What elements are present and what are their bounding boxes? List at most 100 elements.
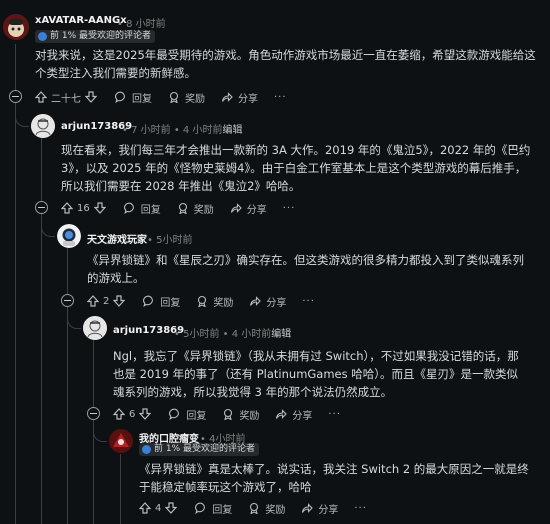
- share-icon: [250, 296, 262, 306]
- vote-controls: 16: [61, 202, 106, 214]
- comment-bubble-icon: [143, 295, 154, 307]
- thread-hook: [41, 215, 55, 237]
- avatar-sketch-icon: [83, 316, 107, 340]
- flair-badge-icon: [142, 445, 151, 454]
- avatar[interactable]: [31, 114, 55, 138]
- upvote-icon[interactable]: [61, 202, 73, 214]
- vote-count: 二十七: [51, 93, 81, 105]
- avatar-character-icon: [109, 429, 133, 453]
- share-label: 分享: [266, 297, 287, 309]
- vote-controls: 4: [139, 502, 178, 514]
- edited-label: 编辑: [271, 329, 292, 340]
- award-label: 奖励: [185, 93, 205, 105]
- collapse-thread-button[interactable]: [9, 90, 22, 103]
- vote-count: 2: [103, 295, 110, 307]
- flair-text: 前 1% 最受欢迎的评论者: [154, 444, 256, 454]
- award-icon: [224, 408, 233, 420]
- meta-dot: •: [174, 329, 180, 340]
- comment-body: 现在看来，我们每三年才会推出一款新的 3A 大作。2019 年的《鬼泣5》，20…: [61, 143, 531, 193]
- reply-label: 回复: [186, 410, 207, 422]
- award-button[interactable]: 奖励: [177, 201, 214, 216]
- award-button[interactable]: 奖励: [196, 294, 233, 309]
- comment-author[interactable]: 天文游戏玩家: [87, 231, 147, 246]
- reply-button[interactable]: 回复: [143, 294, 180, 309]
- downvote-icon[interactable]: [139, 408, 152, 420]
- award-label: 奖励: [265, 504, 286, 516]
- share-label: 分享: [292, 410, 313, 422]
- share-label: 分享: [246, 204, 267, 216]
- avatar[interactable]: [57, 224, 81, 248]
- share-icon: [221, 92, 233, 102]
- avatar-sketch-icon: [31, 114, 55, 138]
- downvote-icon[interactable]: [85, 91, 97, 103]
- share-button[interactable]: 分享: [301, 501, 338, 516]
- avatar[interactable]: [83, 316, 107, 340]
- upvote-icon[interactable]: [87, 295, 99, 307]
- share-label: 分享: [238, 93, 258, 105]
- reply-button[interactable]: 回复: [115, 90, 152, 105]
- more-options-button[interactable]: ···: [328, 409, 341, 420]
- collapse-thread-button[interactable]: [87, 407, 100, 420]
- meta-dot: •: [173, 125, 180, 136]
- comment-body: Ngl，我忘了《异界锁链》（我从未拥有过 Switch），不过如果我没记错的话，…: [113, 349, 519, 399]
- avatar[interactable]: [3, 14, 29, 40]
- meta-dot: •: [117, 19, 123, 30]
- comment-time: • 5小时前: [147, 231, 192, 246]
- comment-actions: 4 回复 奖励 分享 ···: [139, 498, 367, 518]
- comment-time: • 7 小时前 • 4 小时前编辑: [122, 121, 242, 136]
- user-flair: 前 1% 最受欢迎的评论者: [35, 30, 156, 43]
- share-button[interactable]: 分享: [221, 90, 258, 105]
- vote-count: 16: [77, 202, 90, 214]
- more-options-button[interactable]: ···: [274, 92, 287, 103]
- award-button[interactable]: 奖励: [222, 407, 259, 422]
- thread-hook: [67, 307, 81, 329]
- reply-label: 回复: [212, 504, 233, 516]
- vote-controls: 2: [87, 295, 126, 307]
- thread-line-level-1: [41, 138, 42, 524]
- thread-line-level-4: [120, 454, 121, 524]
- comment-actions: 2 回复 奖励 分享 ···: [87, 291, 315, 311]
- avatar[interactable]: [109, 429, 133, 453]
- collapse-thread-button[interactable]: [35, 201, 48, 214]
- meta-dot: •: [222, 329, 229, 340]
- comment-author[interactable]: xAVATAR-AANGx: [35, 15, 127, 26]
- upvote-icon[interactable]: [113, 408, 125, 420]
- downvote-icon[interactable]: [165, 502, 178, 514]
- comment-body: 《异界锁链》真是太棒了。说实话，我关注 Switch 2 的最大原因之一就是终于…: [139, 462, 529, 494]
- downvote-icon[interactable]: [93, 202, 106, 214]
- share-button[interactable]: 分享: [249, 294, 286, 309]
- reply-button[interactable]: 回复: [195, 501, 232, 516]
- collapse-thread-button[interactable]: [61, 294, 74, 307]
- vote-controls: 二十七: [35, 90, 97, 105]
- comment-time: • 5小时前 • 4 小时前编辑: [174, 325, 291, 340]
- user-flair: 前 1% 最受欢迎的评论者: [139, 443, 260, 456]
- reply-button[interactable]: 回复: [123, 201, 161, 216]
- meta-dot: •: [147, 235, 153, 246]
- comment-time-value: 5小时前: [183, 329, 220, 340]
- more-options-button[interactable]: ···: [354, 503, 367, 514]
- comment-actions: 6 回复 奖励 分享 ···: [113, 404, 341, 424]
- comment-actions: 16 回复 奖励 分享 ···: [61, 198, 295, 218]
- upvote-icon[interactable]: [35, 91, 47, 103]
- comment-time: • 8 小时前: [117, 15, 166, 30]
- award-label: 奖励: [213, 297, 234, 309]
- upvote-icon[interactable]: [139, 502, 151, 514]
- meta-dot: •: [122, 125, 128, 136]
- share-icon: [230, 203, 242, 213]
- more-options-button[interactable]: ···: [283, 203, 296, 214]
- share-icon: [302, 503, 314, 513]
- comment-time-value: 7 小时前: [131, 125, 171, 136]
- more-options-button[interactable]: ···: [302, 296, 315, 307]
- share-button[interactable]: 分享: [275, 407, 312, 422]
- comment-body: 对我来说，这是2025年最受期待的游戏。角色动作游戏市场最近一直在萎缩，希望这款…: [35, 48, 536, 80]
- vote-count: 4: [155, 502, 162, 514]
- thread-hook: [93, 420, 107, 442]
- award-button[interactable]: 奖励: [248, 501, 285, 516]
- share-button[interactable]: 分享: [230, 201, 267, 216]
- comment-time-value: 5小时前: [156, 235, 193, 246]
- comment-body: 《异界锁链》和《星辰之刃》确实存在。但这类游戏的很多精力都投入到了类似魂系列的游…: [87, 253, 524, 285]
- award-button[interactable]: 奖励: [168, 90, 205, 105]
- comment-bubble-icon: [169, 408, 180, 420]
- reply-button[interactable]: 回复: [169, 407, 206, 422]
- downvote-icon[interactable]: [113, 295, 126, 307]
